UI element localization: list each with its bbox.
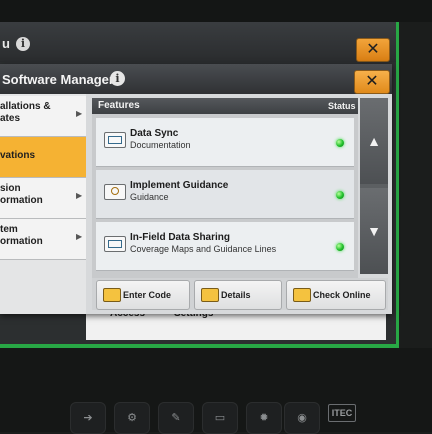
details-button[interactable]: Details — [194, 280, 282, 310]
feature-name: Implement Guidance — [130, 180, 229, 191]
details-label: Details — [221, 290, 251, 300]
features-header: Features Status — [92, 98, 358, 114]
hardware-settings-button[interactable]: ⚙ — [114, 402, 150, 434]
check-online-button[interactable]: Check Online — [286, 280, 386, 310]
arrow-down-icon: ▼ — [367, 223, 381, 239]
feature-row-implement-guidance[interactable]: Implement Guidance Guidance — [96, 170, 354, 219]
display-icon — [104, 236, 126, 252]
chevron-right-icon: ▶ — [76, 232, 83, 241]
hardware-forward-button[interactable]: ➔ — [70, 402, 106, 434]
dialog-title-bar: Software Manager i ✕ — [0, 64, 392, 94]
status-active-icon — [336, 139, 344, 147]
key-icon — [103, 288, 121, 302]
software-manager-dialog: Software Manager i ✕ allations & ates ▶ … — [0, 64, 392, 314]
dialog-title: Software Manager — [2, 72, 114, 87]
background-window-title-bar: u i ✕ — [0, 22, 396, 62]
hardware-camera-button[interactable]: ◉ — [284, 402, 320, 434]
sidebar-item-system-information[interactable]: tem ormation ▶ — [0, 219, 86, 260]
background-window-title: u — [2, 36, 10, 51]
enter-code-label: Enter Code — [123, 290, 172, 300]
feature-category: Coverage Maps and Guidance Lines — [130, 244, 277, 254]
check-online-label: Check Online — [313, 290, 371, 300]
hardware-layout-button[interactable]: ▭ — [202, 402, 238, 434]
guidance-icon — [104, 184, 126, 200]
chevron-right-icon: ▶ — [76, 109, 83, 118]
feature-name: In-Field Data Sharing — [130, 232, 231, 243]
arrow-up-icon: ▲ — [367, 133, 381, 149]
sidebar-item-activations[interactable]: vations — [0, 137, 86, 178]
globe-icon — [293, 288, 311, 302]
chevron-right-icon: ▶ — [76, 191, 83, 200]
sidebar-item-label: vations — [0, 150, 36, 161]
hardware-edit-button[interactable]: ✎ — [158, 402, 194, 434]
scroll-up-button[interactable]: ▲ — [360, 98, 388, 184]
status-active-icon — [336, 191, 344, 199]
background-info-icon[interactable]: i — [16, 37, 30, 51]
feature-row-data-sync[interactable]: Data Sync Documentation — [96, 118, 354, 167]
display-bezel-top — [0, 0, 432, 22]
background-close-button[interactable]: ✕ — [356, 38, 390, 62]
sidebar-item-label: tem ormation — [0, 224, 43, 247]
sidebar-nav: allations & ates ▶ vations sion ormation… — [0, 94, 86, 314]
feature-category: Documentation — [130, 140, 191, 150]
feature-category: Guidance — [130, 192, 169, 202]
feature-name: Data Sync — [130, 128, 179, 139]
display-icon — [104, 132, 126, 148]
scrollbar[interactable]: ▲ ▼ — [360, 98, 388, 274]
features-column-header: Features — [98, 100, 140, 111]
dialog-footer: Enter Code Details Check Online — [92, 278, 388, 310]
close-button[interactable]: ✕ — [354, 70, 390, 94]
status-column-header: Status — [328, 101, 356, 111]
feature-row-in-field-data-sharing[interactable]: In-Field Data Sharing Coverage Maps and … — [96, 222, 354, 271]
hardware-gear-button[interactable]: ✹ — [246, 402, 282, 434]
itec-label[interactable]: ITEC — [328, 404, 356, 422]
sidebar-item-label: allations & ates — [0, 101, 51, 124]
status-active-icon — [336, 243, 344, 251]
document-icon — [201, 288, 219, 302]
scroll-down-button[interactable]: ▼ — [360, 188, 388, 274]
sidebar-item-label: sion ormation — [0, 183, 43, 206]
sidebar-item-version-information[interactable]: sion ormation ▶ — [0, 178, 86, 219]
enter-code-button[interactable]: Enter Code — [96, 280, 190, 310]
info-icon[interactable]: i — [110, 71, 125, 86]
sidebar-item-installations-updates[interactable]: allations & ates ▶ — [0, 96, 86, 137]
